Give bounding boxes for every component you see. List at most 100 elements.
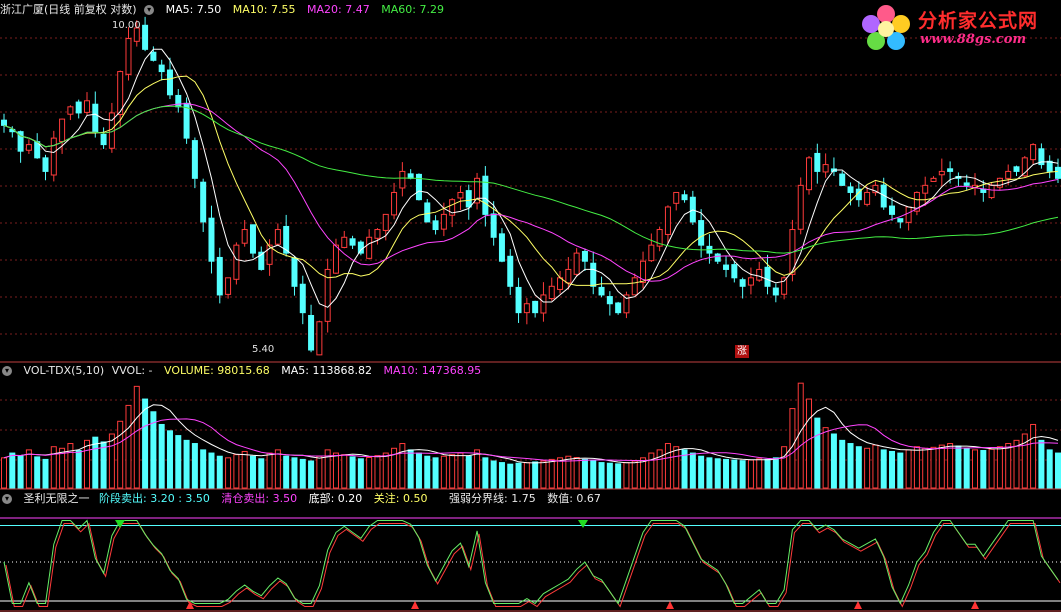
volume-bar — [67, 443, 74, 489]
stock-chart-canvas — [0, 16, 1061, 612]
buy-arrow-icon — [971, 601, 979, 609]
volume-bar — [258, 458, 265, 489]
volume-bar — [947, 443, 954, 489]
volume-bar — [598, 462, 605, 489]
candle-body — [191, 140, 198, 179]
volume-bar — [316, 455, 323, 489]
price-ma-lines — [3, 48, 1059, 308]
volume-bar — [1, 457, 7, 489]
volume-bar — [349, 456, 356, 489]
volume-bar — [399, 443, 406, 489]
volume-bar — [806, 398, 813, 489]
candle-body — [59, 118, 66, 143]
volume-bar — [498, 462, 505, 489]
candle-body — [391, 191, 398, 216]
candle-body — [988, 184, 995, 199]
ma60-line — [3, 105, 1059, 254]
candle-body — [357, 241, 364, 254]
volume-settings-icon[interactable]: ▾ — [2, 366, 12, 376]
volume-bar — [723, 458, 730, 489]
candle-body — [864, 191, 871, 205]
candle-body — [963, 182, 970, 186]
volume-bar — [183, 439, 190, 489]
volume-bar — [615, 463, 622, 489]
candle-body — [615, 302, 622, 314]
volume-bar — [332, 452, 339, 489]
volume-bar — [100, 441, 107, 489]
volume-bar — [299, 458, 306, 489]
candle-body — [581, 250, 588, 262]
candle-body — [225, 277, 232, 295]
volume-bar — [415, 452, 422, 489]
ma5-line — [3, 48, 1059, 308]
volume-bar — [233, 454, 240, 489]
sell-arrow-icon — [578, 520, 588, 528]
buy-arrow-icon — [666, 601, 674, 609]
volume-bar — [1013, 439, 1020, 489]
volume-bar — [357, 458, 364, 489]
high-annotation: 10.00 — [112, 20, 141, 31]
candle-body — [249, 224, 256, 254]
candle-body — [382, 213, 389, 231]
candle-body — [532, 300, 539, 314]
volume-bar — [465, 455, 472, 489]
volume-bar — [590, 460, 597, 489]
candle-body — [67, 106, 74, 115]
candle-body — [747, 277, 754, 286]
candle-body — [1005, 170, 1012, 179]
volume-bar — [747, 459, 754, 489]
candle-body — [781, 277, 788, 295]
volume-bar — [913, 446, 920, 489]
volume-bar — [17, 455, 24, 489]
volume-bar — [432, 457, 439, 489]
candle-body — [1046, 160, 1053, 172]
settings-icon[interactable]: ▾ — [144, 5, 155, 15]
volume-bar — [996, 446, 1003, 489]
candle-body — [664, 206, 671, 235]
ma5-readout: MA5: 7.50 — [165, 3, 222, 16]
ma20-line — [3, 102, 1059, 282]
volume-bar — [83, 439, 90, 489]
volume-bar — [631, 460, 638, 489]
candle-body — [889, 205, 896, 215]
candle-body — [291, 257, 298, 287]
candle-body — [166, 69, 173, 96]
candle-body — [399, 170, 406, 189]
candle-body — [25, 144, 32, 151]
candle-body — [465, 190, 472, 208]
indicator-settings-icon[interactable]: ▾ — [2, 494, 12, 504]
volume-bar — [449, 454, 456, 489]
candle-body — [598, 286, 605, 296]
ma60-readout: MA60: 7.29 — [381, 3, 444, 16]
candle-body — [739, 279, 746, 287]
candle-body — [366, 236, 373, 259]
volume-bar — [241, 450, 248, 489]
volume-bar — [739, 460, 746, 489]
volume-bar — [814, 417, 821, 489]
candle-body — [216, 256, 223, 296]
volume-bar — [142, 398, 149, 489]
candle-body — [714, 253, 721, 262]
volume-bar — [75, 450, 82, 489]
indicator-green-line — [3, 519, 1059, 605]
volume-panel-header: ▾ VOL-TDX(5,10) VVOL: - VOLUME: 98015.68… — [0, 363, 489, 379]
volume-bar — [756, 458, 763, 489]
flower-logo-icon — [862, 5, 910, 50]
candle-body — [930, 177, 937, 182]
volume-bar — [623, 462, 630, 489]
candle-body — [316, 321, 323, 356]
volume-bar — [1038, 439, 1045, 489]
volume-bar — [166, 430, 173, 489]
candle-body — [922, 184, 929, 194]
candle-body — [673, 191, 680, 204]
volume-bar — [25, 449, 32, 489]
candle-body — [573, 252, 580, 275]
candle-body — [1055, 166, 1061, 179]
bottom-readout: 底部: 0.20 — [308, 492, 363, 505]
volume-bar — [781, 446, 788, 489]
zhang-marker: 涨 — [735, 345, 749, 358]
volume-bar — [573, 457, 580, 489]
volume-bar — [963, 447, 970, 489]
indicator-title: 圣利无限之一 — [23, 492, 90, 505]
volume-bar — [880, 449, 887, 489]
